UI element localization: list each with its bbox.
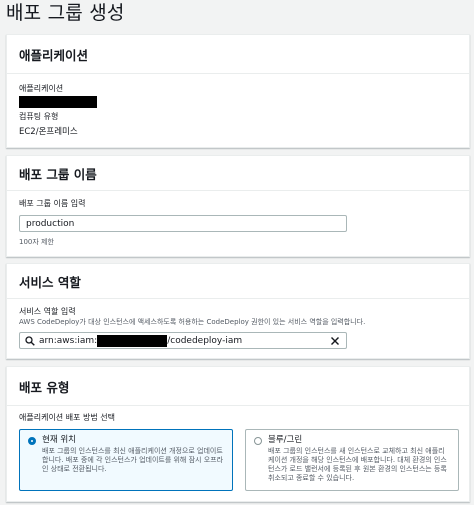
close-icon[interactable]	[330, 336, 340, 346]
radio-blue-green[interactable]: 블루/그린 배포 그룹의 인스턴스를 새 인스턴스로 교체하고 최신 애플리케이…	[245, 429, 459, 491]
service-role-arn-prefix: arn:aws:iam:	[39, 335, 98, 346]
deployment-group-name-input[interactable]: production	[19, 215, 347, 232]
deployment-type-panel: 배포 유형 애플리케이션 배포 방법 선택 현재 위치 배포 그룹의 인스턴스를…	[6, 366, 470, 502]
application-name-redacted	[19, 96, 97, 108]
deployment-type-header: 배포 유형	[7, 367, 469, 406]
page-title: 배포 그룹 생성	[6, 2, 125, 24]
deployment-group-name-input-value: production	[26, 218, 75, 229]
service-role-input[interactable]: arn:aws:iam: /codedeploy-iam	[19, 332, 347, 349]
radio-blue-green-title: 블루/그린	[268, 435, 303, 445]
radio-in-place-description: 배포 그룹의 인스턴스를 최신 애플리케이션 개정으로 업데이트합니다. 배포 …	[42, 447, 224, 473]
service-role-input-label: 서비스 역할 입력	[19, 307, 76, 316]
account-id-redacted	[97, 334, 168, 347]
service-role-header: 서비스 역할	[7, 264, 469, 299]
compute-platform-value: EC2/온프레미스	[19, 127, 78, 137]
search-icon	[25, 335, 35, 346]
application-panel: 애플리케이션 애플리케이션 컴퓨팅 유형 EC2/온프레미스	[6, 34, 470, 148]
deployment-group-name-constraint: 100자 제한	[19, 238, 54, 246]
radio-in-place-indicator	[28, 436, 36, 445]
radio-in-place[interactable]: 현재 위치 배포 그룹의 인스턴스를 최신 애플리케이션 개정으로 업데이트합니…	[19, 429, 233, 491]
compute-platform-label: 컴퓨팅 유형	[19, 112, 59, 121]
deployment-group-name-input-label: 배포 그룹 이름 입력	[19, 199, 86, 208]
radio-blue-green-description: 배포 그룹의 인스턴스를 새 인스턴스로 교체하고 최신 애플리케이션 개정을 …	[268, 447, 447, 482]
radio-in-place-title: 현재 위치	[42, 435, 76, 445]
deployment-group-name-header: 배포 그룹 이름	[7, 156, 469, 191]
radio-blue-green-indicator	[254, 436, 262, 445]
service-role-description: AWS CodeDeploy가 대상 인스턴스에 액세스하도록 허용하는 Cod…	[19, 318, 366, 326]
service-role-panel: 서비스 역할 서비스 역할 입력 AWS CodeDeploy가 대상 인스턴스…	[6, 263, 470, 359]
service-role-arn-suffix: /codedeploy-iam	[167, 335, 243, 346]
deployment-group-name-panel: 배포 그룹 이름 배포 그룹 이름 입력 production 100자 제한	[6, 155, 470, 257]
application-panel-header: 애플리케이션	[7, 35, 469, 74]
application-label: 애플리케이션	[19, 84, 64, 93]
deployment-type-choice-label: 애플리케이션 배포 방법 선택	[19, 413, 115, 422]
